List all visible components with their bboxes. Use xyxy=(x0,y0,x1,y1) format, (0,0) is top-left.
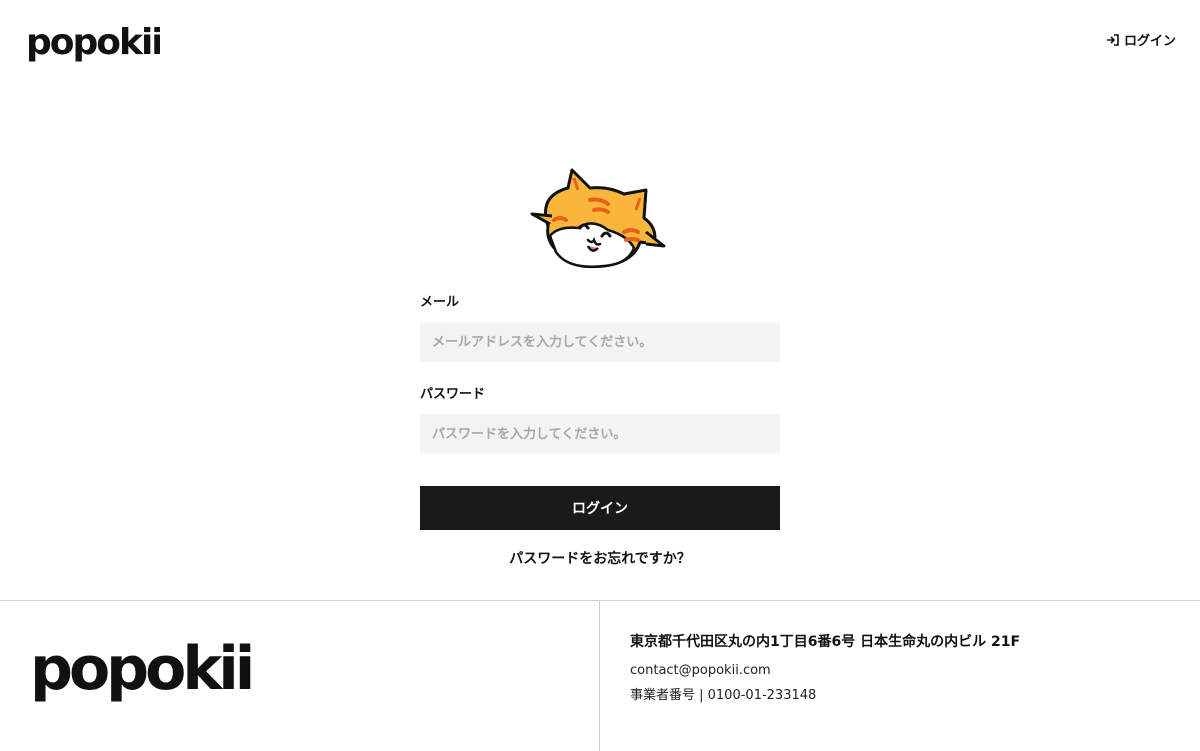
login-button[interactable]: ログイン xyxy=(420,486,780,530)
password-field[interactable] xyxy=(420,414,780,454)
business-number: 事業者番号 | 0100-01-233148 xyxy=(630,688,817,703)
cat-face-icon xyxy=(530,168,666,269)
footer-divider xyxy=(599,601,600,751)
footer: popokii 東京都千代田区丸の内1丁目6番6号 日本生命丸の内ビル 21F … xyxy=(0,600,1200,751)
header-login-link[interactable]: ログイン xyxy=(1106,30,1176,49)
company-address: 東京都千代田区丸の内1丁目6番6号 日本生命丸の内ビル 21F xyxy=(630,634,1021,650)
email-field[interactable] xyxy=(420,322,780,362)
login-arrow-icon xyxy=(1106,33,1119,46)
header: popokii ログイン xyxy=(0,0,1200,82)
svg-text:popokii: popokii xyxy=(30,634,251,703)
popokii-logo[interactable]: popokii xyxy=(24,18,160,62)
login-form: メール パスワード ログイン パスワードをお忘れですか？ xyxy=(420,294,780,568)
password-label: パスワード xyxy=(420,387,486,402)
forgot-password-link[interactable]: パスワードをお忘れですか？ xyxy=(420,548,780,568)
svg-text:popokii: popokii xyxy=(26,22,160,62)
popokii-footer-logo: popokii xyxy=(30,634,255,703)
contact-email: contact@popokii.com xyxy=(630,663,771,678)
header-login-label: ログイン xyxy=(1123,34,1176,49)
email-label: メール xyxy=(420,295,460,310)
footer-info: 東京都千代田区丸の内1丁目6番6号 日本生命丸の内ビル 21F contact@… xyxy=(630,631,1020,709)
